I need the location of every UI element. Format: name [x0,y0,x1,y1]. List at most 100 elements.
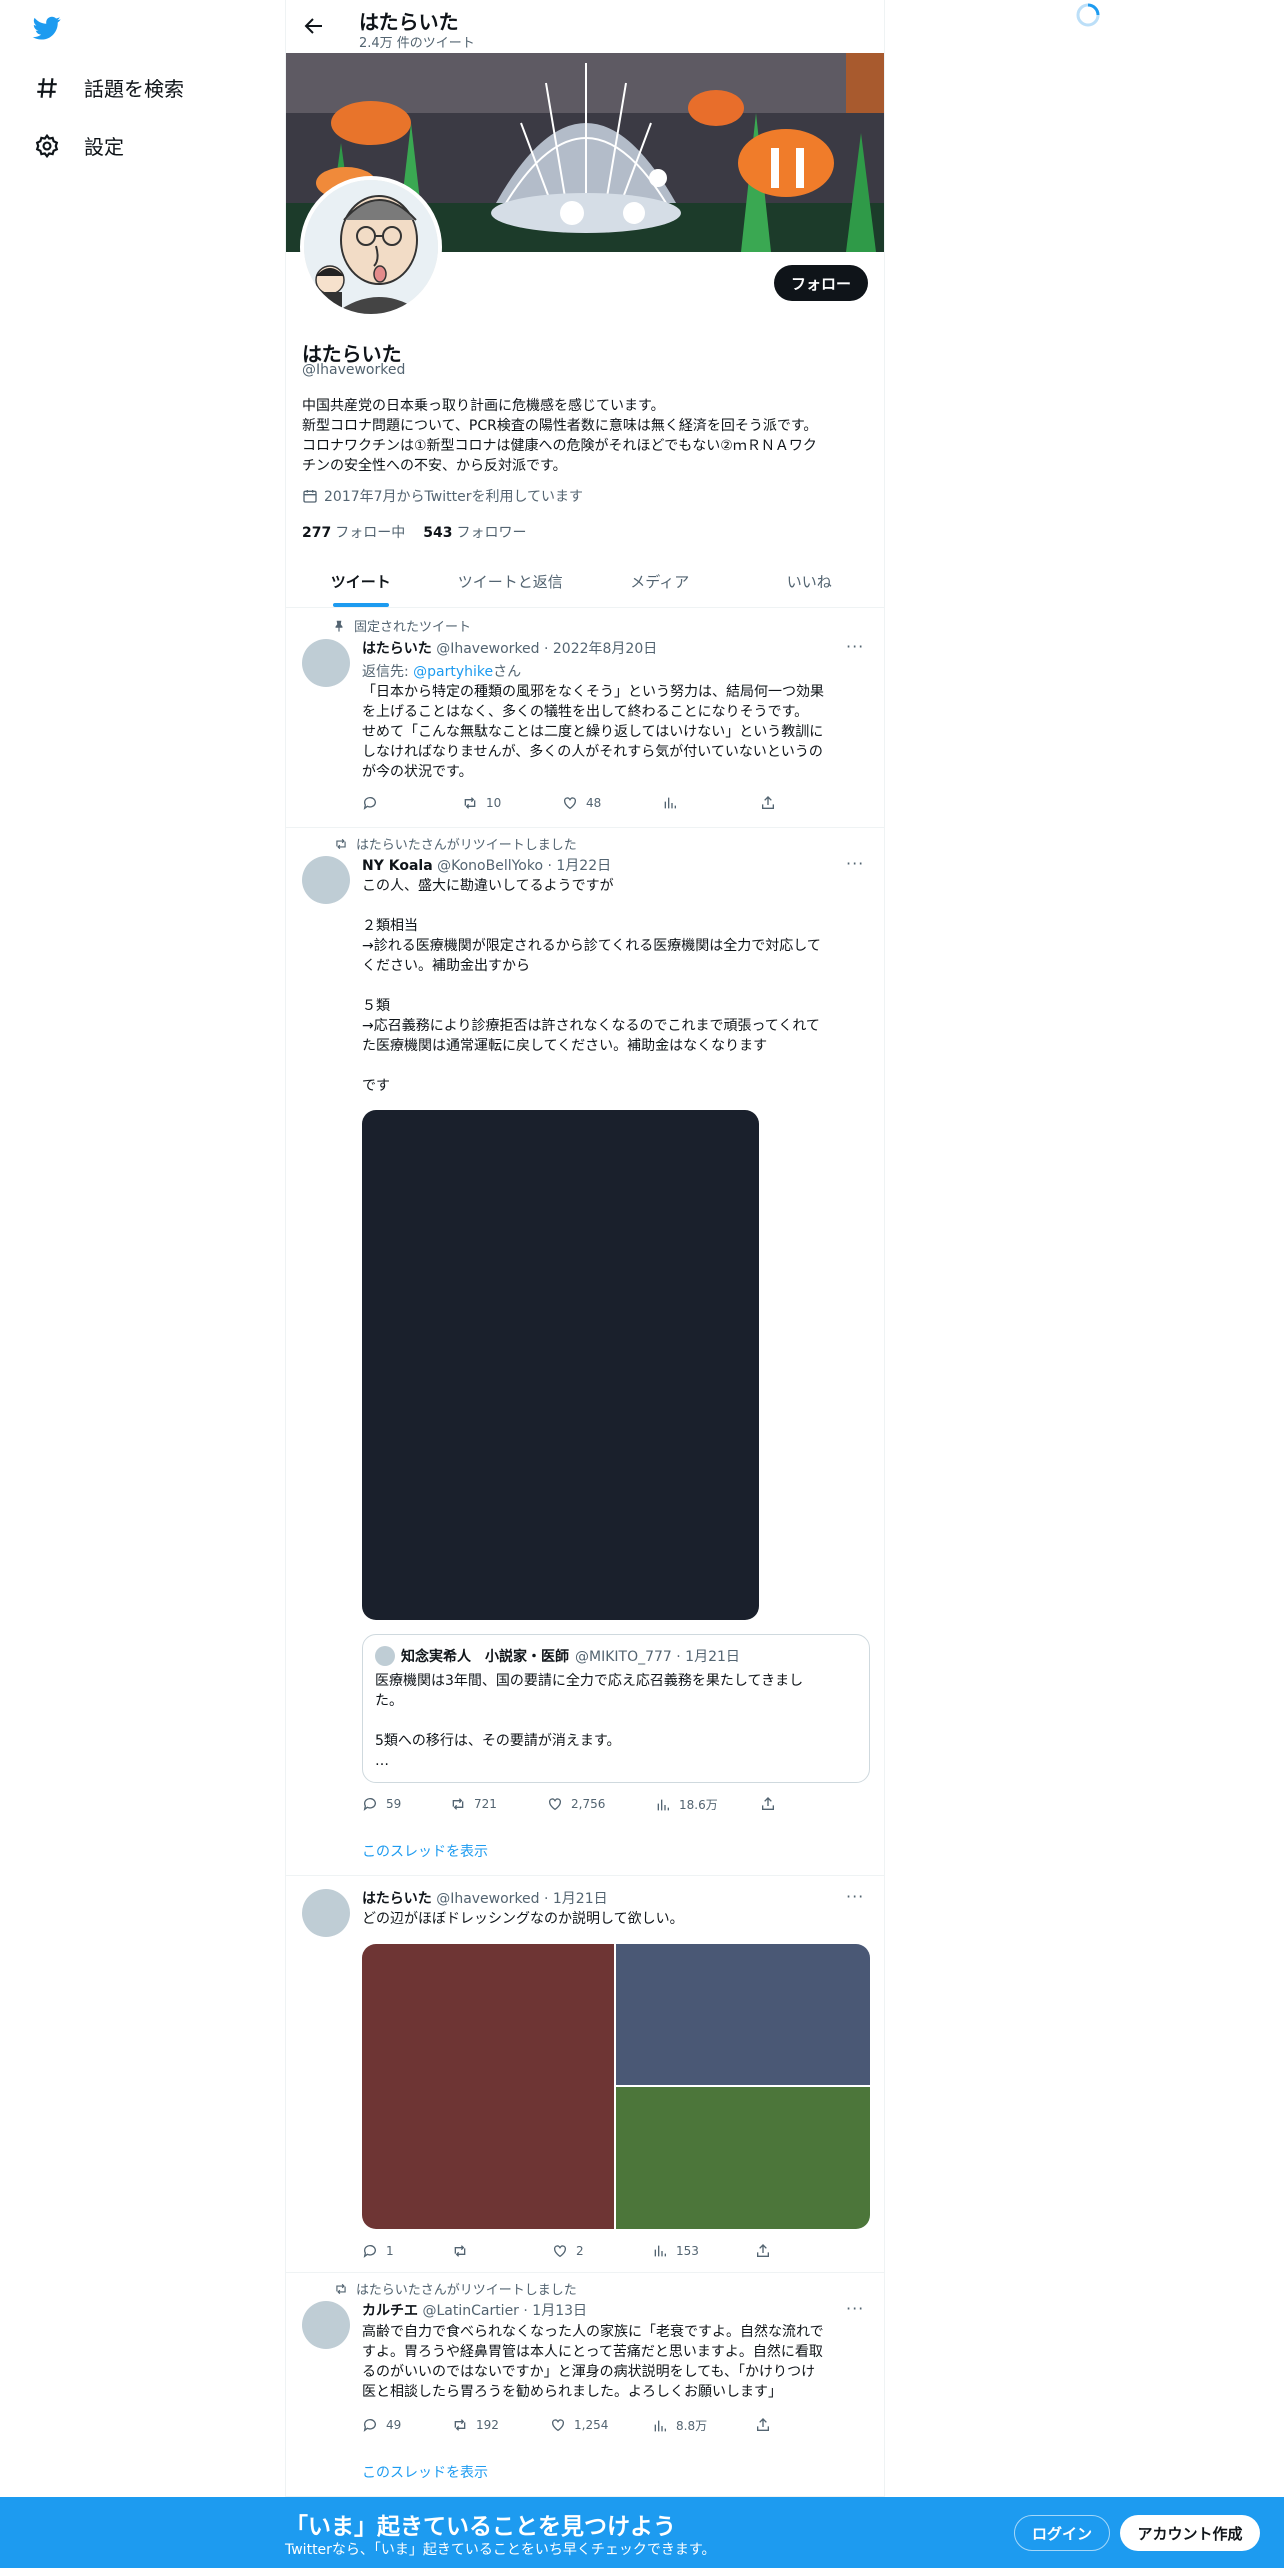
author-meta[interactable]: @Ihaveworked · 2022年8月20日 [436,641,657,657]
grid-image-1[interactable] [362,1944,614,2229]
views-button[interactable] [662,795,686,811]
nav-explore-label: 話題を検索 [84,77,184,101]
profile-avatar[interactable] [300,176,442,318]
show-thread-link[interactable]: このスレッドを表示 [362,1841,488,1861]
author-meta[interactable]: @Ihaveworked · 1月21日 [436,1891,607,1907]
tab-media[interactable]: メディア [585,555,735,607]
quote-avatar [375,1646,395,1666]
grid-image-2[interactable] [616,1944,870,2085]
retweet-button[interactable]: 721 [450,1796,497,1812]
avatar[interactable] [302,1889,350,1937]
heart-icon [552,2419,564,2432]
author-meta[interactable]: @LatinCartier · 1月13日 [422,2303,587,2319]
retweet-count: 10 [486,796,502,810]
reply-to-link[interactable]: @partyhike [413,664,493,680]
share-button[interactable] [760,795,776,811]
reply-button[interactable]: 49 [362,2417,401,2433]
main-column: はたらいた 2.4万 件のツイート フォロー はたらいた @Ihaveworke… [285,0,885,2568]
followers-label: フォロワー [456,525,527,541]
reply-button[interactable]: 59 [362,1796,401,1812]
reply-button[interactable]: 1 [362,2243,394,2259]
pin-icon [335,620,343,632]
reply-count: 49 [386,2418,402,2432]
profile-handle: @Ihaveworked [302,362,406,378]
follow-button[interactable]: フォロー [774,265,868,301]
more-icon[interactable]: ··· [846,1887,864,1906]
share-icon [762,796,774,809]
like-button[interactable]: 2,756 [547,1796,605,1812]
signup-bottom-bar: 「いま」起きていることを見つけよう Twitterなら、「いま」起きていることを… [0,2497,1284,2568]
author-meta[interactable]: @KonoBellYoko · 1月22日 [437,858,611,874]
avatar[interactable] [302,639,350,687]
twitter-logo-icon[interactable] [31,14,63,42]
quote-author-name: 知念実希人 小説家・医師 [401,1649,569,1665]
more-icon[interactable]: ··· [846,854,864,873]
tweet-retweet-cartier[interactable]: はたらいたさんがリツイートしました カルチエ @LatinCartier · 1… [286,2273,884,2497]
share-button[interactable] [755,2243,771,2259]
author-name[interactable]: NY Koala [362,858,433,874]
text-line: が今の状況です。 [362,764,473,780]
tweet-header: カルチエ @LatinCartier · 1月13日 [362,2300,587,2320]
tweet-media-image[interactable] [362,1110,759,1620]
like-button[interactable]: 1,254 [550,2417,608,2433]
author-name[interactable]: はたらいた [362,641,432,657]
reply-info: 返信先: @partyhikeさん [362,661,521,681]
avatar[interactable] [302,856,350,904]
retweet-button[interactable]: 192 [452,2417,499,2433]
text-line: … [375,1753,389,1769]
signup-button[interactable]: アカウント作成 [1120,2515,1260,2551]
reply-button[interactable] [362,795,386,811]
tweet-pinned[interactable]: 固定されたツイート はたらいた @Ihaveworked · 2022年8月20… [286,609,884,828]
grid-image-3[interactable] [616,2087,870,2229]
tab-tweets-and-replies[interactable]: ツイートと返信 [436,555,586,607]
views-button[interactable]: 153 [652,2243,699,2259]
profile-header-bar: はたらいた 2.4万 件のツイート [286,0,884,53]
retweet-button[interactable] [452,2243,476,2259]
views-button[interactable]: 18.6万 [655,1796,718,1813]
text-line: た。 [375,1693,403,1709]
tab-tweets[interactable]: ツイート [286,555,436,607]
retweet-icon [452,1798,464,1810]
tweet-image-grid[interactable]: はたらいた @Ihaveworked · 1月21日 ··· どの辺がほぼドレッ… [286,1876,884,2273]
show-thread-link[interactable]: このスレッドを表示 [362,2462,488,2482]
reply-suffix: さん [493,664,522,680]
retweet-button[interactable]: 10 [462,795,501,811]
quoted-tweet[interactable]: 知念実希人 小説家・医師 @MIKITO_777 · 1月21日 医療機関は3年… [362,1634,870,1783]
text-line [362,896,870,916]
context-label: 固定されたツイート [354,620,472,635]
like-button[interactable]: 2 [552,2243,584,2259]
profile-stats: 277 フォロー中 543 フォロワー [302,522,526,542]
heart-icon [549,1798,561,1811]
nav-explore[interactable]: 話題を検索 [34,73,184,102]
share-icon [757,2418,769,2431]
followers-link[interactable]: 543 フォロワー [423,522,526,542]
login-button[interactable]: ログイン [1014,2515,1110,2551]
more-icon[interactable]: ··· [846,637,864,656]
text-line: 医療機関は3年間、国の要請に全力で応え応召義務を果たしてきまし [375,1673,804,1689]
share-button[interactable] [760,1796,776,1812]
like-count: 1,254 [574,2418,609,2432]
like-button[interactable]: 48 [562,795,601,811]
tweet-text: どの辺がほぼドレッシングなのか説明して欲しい。 [362,1909,870,1929]
text-line [375,1711,859,1731]
share-button[interactable] [755,2417,771,2433]
tweet-text: この人、盛大に勘違いしてるようですが ２類相当 →診れる医療機関が限定されるから… [362,876,870,1096]
tweet-header: はたらいた @Ihaveworked · 1月21日 [362,1888,608,1908]
views-button[interactable]: 8.8万 [652,2417,707,2434]
tweet-retweet-koala[interactable]: はたらいたさんがリツイートしました NY Koala @KonoBellYoko… [286,828,884,1876]
author-name[interactable]: カルチエ [362,2303,418,2319]
profile-tabs: ツイート ツイートと返信 メディア いいね [286,555,884,608]
quote-header: 知念実希人 小説家・医師 @MIKITO_777 · 1月21日 [375,1646,740,1666]
back-arrow-icon[interactable] [302,14,326,38]
text-line [362,1056,870,1076]
bio-line: コロナワクチンは①新型コロナは健康への危険がそれほどでもない②ｍＲＮＡワク [302,438,817,454]
avatar[interactable] [302,2301,350,2349]
more-icon[interactable]: ··· [846,2299,864,2318]
gear-icon [35,133,59,158]
tab-likes[interactable]: いいね [735,555,885,607]
following-link[interactable]: 277 フォロー中 [302,522,405,542]
nav-settings[interactable]: 設定 [34,131,124,160]
like-count: 2 [576,2244,584,2258]
text-line: ２類相当 [362,918,418,934]
author-name[interactable]: はたらいた [362,1891,432,1907]
